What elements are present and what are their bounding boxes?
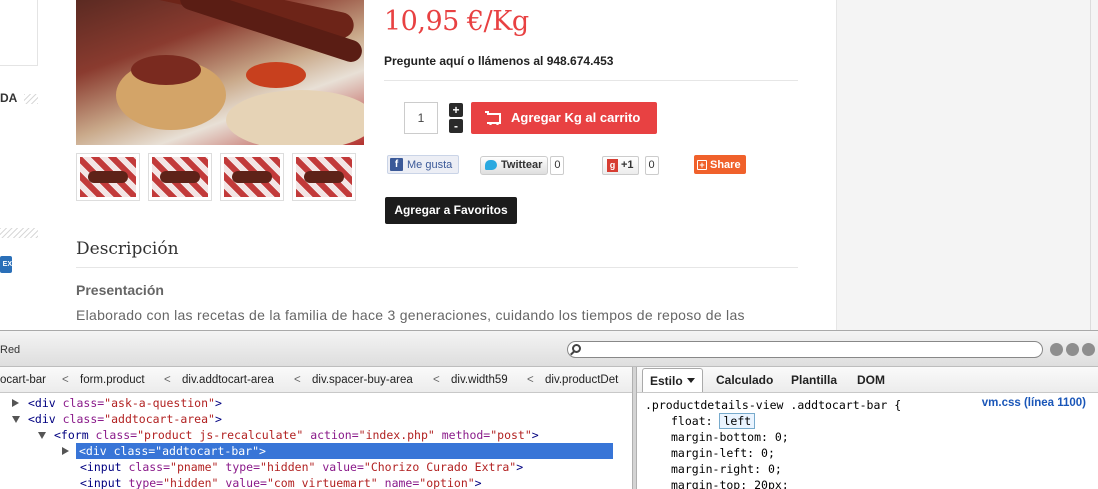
- breadcrumb-separator: <: [62, 374, 69, 386]
- twitter-bird-icon: [485, 160, 497, 170]
- description-text: Elaborado con las recetas de la familia …: [76, 307, 745, 323]
- html-node[interactable]: <input class="pname" type="hidden" value…: [80, 459, 523, 475]
- breadcrumb-separator: <: [294, 374, 301, 386]
- hatch-divider: [0, 228, 38, 238]
- thumbnail[interactable]: [76, 153, 140, 201]
- add-to-favorites-button[interactable]: Agregar a Favoritos: [385, 197, 517, 224]
- share-label: Share: [710, 158, 741, 171]
- left-column: DA EX: [0, 0, 40, 330]
- hatch-divider: [24, 94, 38, 104]
- quantity-minus-button[interactable]: -: [449, 119, 463, 133]
- breadcrumb-separator: <: [164, 374, 171, 386]
- google-plus-button[interactable]: g +1: [602, 155, 639, 175]
- cart-icon: [485, 111, 501, 125]
- css-property[interactable]: margin-right: 0;: [671, 461, 782, 477]
- css-property[interactable]: margin-left: 0;: [671, 445, 775, 461]
- description-heading: Descripción: [76, 239, 179, 259]
- google-plus-icon: g: [607, 158, 618, 172]
- css-source-link[interactable]: vm.css (línea 1100): [982, 397, 1086, 409]
- devtools-search-input[interactable]: [567, 341, 1043, 358]
- net-tab-label[interactable]: Red: [0, 344, 20, 356]
- css-property[interactable]: margin-bottom: 0;: [671, 429, 789, 445]
- add-to-cart-button[interactable]: Agregar Kg al carrito: [471, 102, 657, 134]
- facebook-icon: f: [390, 158, 403, 171]
- facebook-like-button[interactable]: f Me gusta: [387, 155, 460, 174]
- expand-arrow-icon[interactable]: [62, 447, 69, 455]
- tweet-label: Twittear: [501, 159, 543, 171]
- breadcrumb-item[interactable]: form.product: [80, 374, 145, 386]
- html-node[interactable]: <div class="addtocart-area">: [12, 411, 222, 427]
- breadcrumb: ocart-bar < form.product < div.addtocart…: [0, 367, 632, 393]
- breadcrumb-separator: <: [433, 374, 440, 386]
- html-tree: <div class="ask-a-question"> <div class=…: [0, 393, 632, 489]
- side-panel: Estilo Calculado Plantilla DOM .productd…: [637, 367, 1098, 489]
- presentation-heading: Presentación: [76, 282, 164, 298]
- tab-computed[interactable]: Calculado: [716, 373, 773, 387]
- html-node[interactable]: <input type="hidden" value="com_virtuema…: [80, 475, 482, 489]
- tweet-count: 0: [550, 155, 565, 175]
- search-icon: [572, 344, 581, 353]
- html-node[interactable]: <div class="ask-a-question">: [12, 395, 222, 411]
- css-value-editor[interactable]: left: [719, 413, 756, 429]
- close-icon[interactable]: [1082, 343, 1095, 356]
- css-property[interactable]: float: left: [671, 413, 756, 429]
- css-rule: .productdetails-view .addtocart-bar { vm…: [637, 393, 1098, 489]
- devtools-panel: Red ocart-bar < form.product < div.addto…: [0, 330, 1098, 489]
- google-plus-count: 0: [644, 155, 659, 175]
- devtools-toolbar: Red: [0, 331, 1098, 367]
- css-property[interactable]: margin-top: 20px;: [671, 477, 789, 489]
- expand-arrow-icon[interactable]: [12, 399, 19, 407]
- right-sidebar: [836, 0, 1098, 330]
- collapse-arrow-icon[interactable]: [38, 432, 46, 439]
- minimize-icon[interactable]: [1050, 343, 1063, 356]
- thumbnail-strip: [76, 153, 356, 201]
- google-plus-label: +1: [621, 159, 634, 171]
- web-page: DA EX 10,95 €/Kg Pregunte aquí o llámeno…: [0, 0, 1098, 330]
- product-price: 10,95 €/Kg: [384, 6, 529, 37]
- thumbnail[interactable]: [148, 153, 212, 201]
- credit-card-icon: EX: [0, 256, 12, 273]
- html-node-selected[interactable]: <div class="addtocart-bar">: [62, 443, 613, 459]
- quantity-input[interactable]: 1: [404, 102, 438, 134]
- breadcrumb-item[interactable]: div.width59: [451, 374, 508, 386]
- left-text-fragment: DA: [0, 91, 18, 105]
- quantity-plus-button[interactable]: +: [449, 103, 463, 117]
- side-panel-tabs: Estilo Calculado Plantilla DOM: [637, 367, 1098, 393]
- product-image[interactable]: [76, 0, 364, 145]
- detach-icon[interactable]: [1066, 343, 1079, 356]
- divider: [384, 80, 798, 81]
- breadcrumb-item[interactable]: div.addtocart-area: [182, 374, 274, 386]
- html-node[interactable]: <form class="product js-recalculate" act…: [38, 427, 539, 443]
- left-box: [0, 0, 38, 66]
- share-button[interactable]: + Share: [694, 155, 746, 174]
- tweet-button[interactable]: Twittear: [480, 155, 549, 175]
- thumbnail[interactable]: [292, 153, 356, 201]
- sidebar-border: [1090, 0, 1091, 330]
- collapse-arrow-icon[interactable]: [12, 416, 20, 423]
- tab-dom[interactable]: DOM: [857, 373, 885, 387]
- dropdown-arrow-icon: [686, 378, 695, 383]
- google-plus-widget: g +1 0: [602, 155, 659, 175]
- divider: [76, 267, 798, 268]
- ask-question-link[interactable]: Pregunte aquí o llámenos al 948.674.453: [384, 54, 613, 68]
- thumbnail[interactable]: [220, 153, 284, 201]
- tab-layout[interactable]: Plantilla: [791, 373, 837, 387]
- breadcrumb-item[interactable]: div.productDet: [545, 374, 630, 386]
- breadcrumb-item[interactable]: div.spacer-buy-area: [312, 374, 413, 386]
- add-to-cart-label: Agregar Kg al carrito: [511, 110, 641, 125]
- breadcrumb-item[interactable]: ocart-bar: [0, 374, 46, 386]
- tweet-widget: Twittear 0: [480, 155, 565, 175]
- css-selector[interactable]: .productdetails-view .addtocart-bar {: [645, 397, 901, 413]
- share-icon: +: [697, 159, 707, 170]
- tab-style[interactable]: Estilo: [642, 368, 703, 392]
- facebook-like-label: Me gusta: [407, 158, 453, 171]
- breadcrumb-separator: <: [527, 374, 534, 386]
